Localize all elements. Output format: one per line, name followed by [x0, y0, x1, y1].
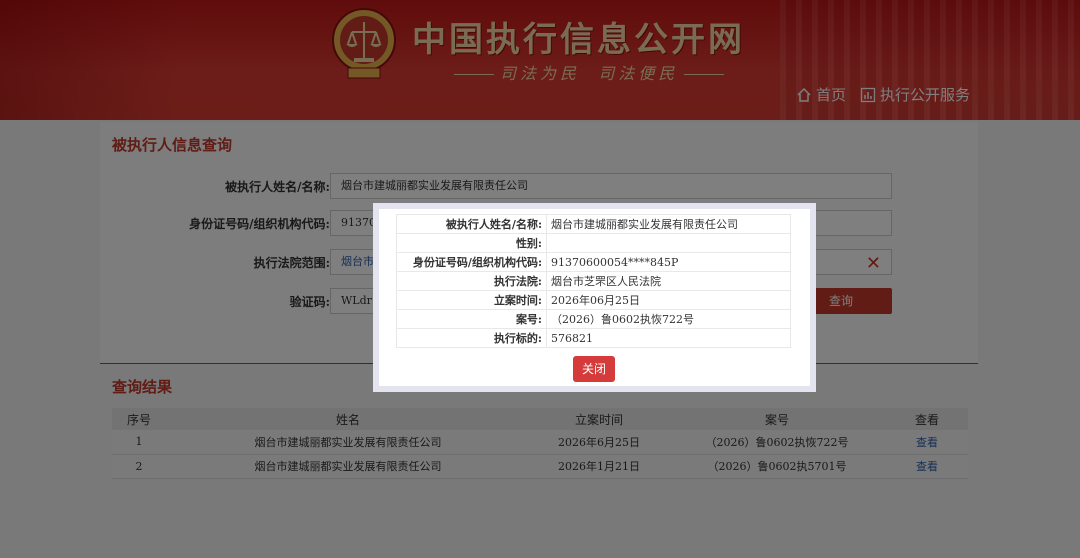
detail-row: 身份证号码/组织机构代码: 91370600054****845P	[396, 252, 791, 272]
detail-key: 被执行人姓名/名称:	[396, 214, 547, 234]
detail-row: 被执行人姓名/名称: 烟台市建城丽都实业发展有限责任公司	[396, 214, 791, 234]
detail-row: 执行标的: 576821	[396, 328, 791, 348]
detail-key: 身份证号码/组织机构代码:	[396, 252, 547, 272]
detail-key: 立案时间:	[396, 290, 547, 310]
detail-key: 性别:	[396, 233, 547, 253]
detail-row: 性别:	[396, 233, 791, 253]
detail-row: 立案时间: 2026年06月25日	[396, 290, 791, 310]
detail-value: 91370600054****845P	[546, 252, 791, 272]
detail-modal-body: 被执行人姓名/名称: 烟台市建城丽都实业发展有限责任公司 性别: 身份证号码/组织…	[379, 209, 810, 386]
close-button[interactable]: 关闭	[573, 356, 615, 382]
detail-value: 2026年06月25日	[546, 290, 791, 310]
detail-value: 烟台市建城丽都实业发展有限责任公司	[546, 214, 791, 234]
detail-value: 576821	[546, 328, 791, 348]
detail-row: 案号: （2026）鲁0602执恢722号	[396, 309, 791, 329]
detail-key: 执行标的:	[396, 328, 547, 348]
detail-row: 执行法院: 烟台市芝罘区人民法院	[396, 271, 791, 291]
detail-value: （2026）鲁0602执恢722号	[546, 309, 791, 329]
detail-value: 烟台市芝罘区人民法院	[546, 271, 791, 291]
detail-key: 案号:	[396, 309, 547, 329]
detail-key: 执行法院:	[396, 271, 547, 291]
detail-table: 被执行人姓名/名称: 烟台市建城丽都实业发展有限责任公司 性别: 身份证号码/组织…	[396, 214, 791, 348]
detail-value	[546, 233, 791, 253]
detail-modal: 被执行人姓名/名称: 烟台市建城丽都实业发展有限责任公司 性别: 身份证号码/组织…	[373, 203, 816, 392]
